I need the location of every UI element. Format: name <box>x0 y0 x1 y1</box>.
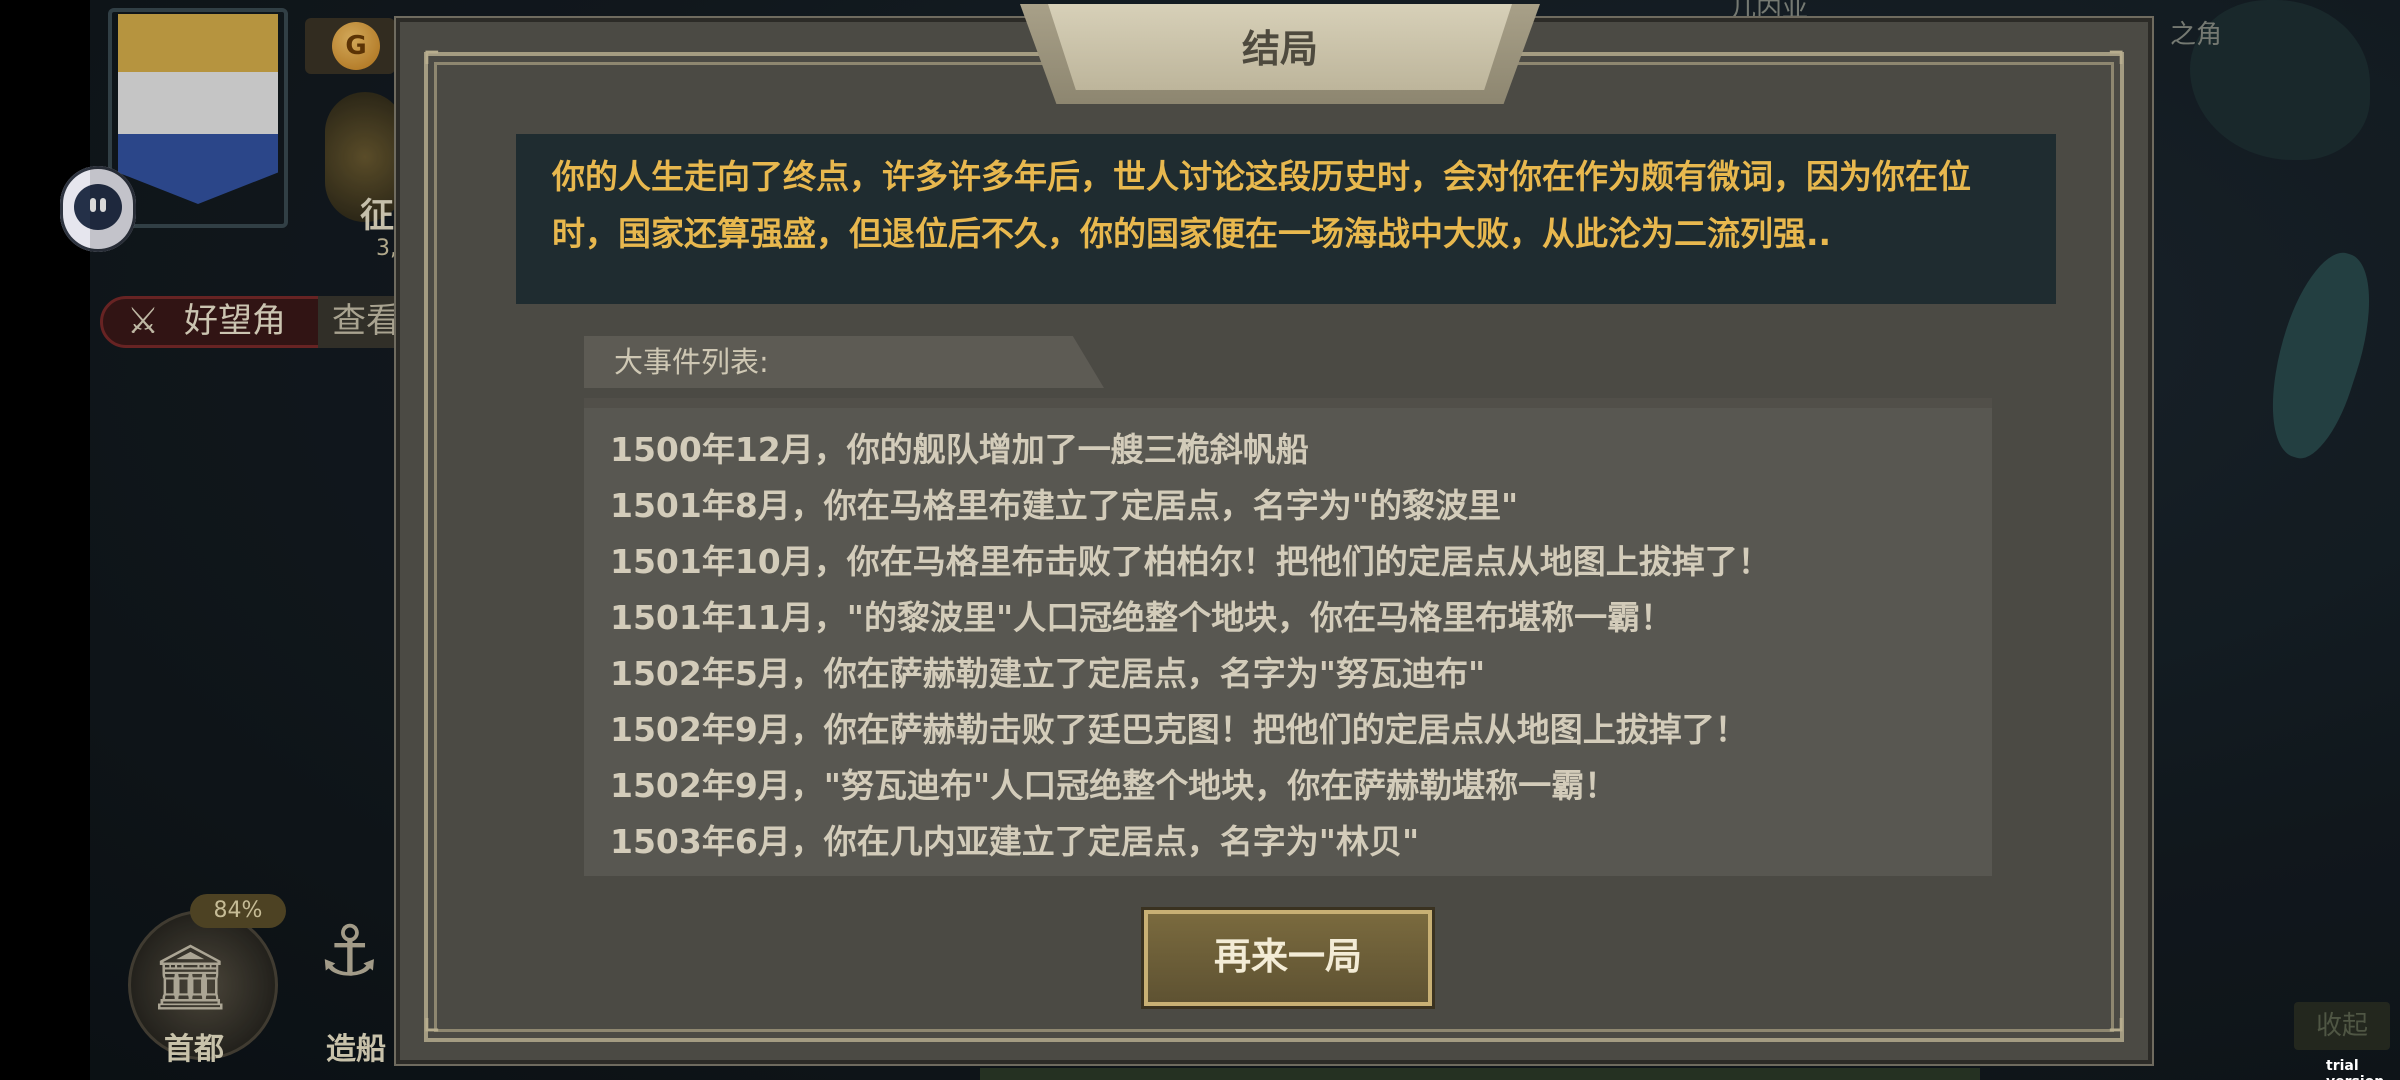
list-item: 1500年12月，你的舰队增加了一艘三桅斜帆船 <box>610 430 1309 469</box>
list-item: 1501年11月，"的黎波里"人口冠绝整个地块，你在马格里布堪称一霸！ <box>610 598 1674 637</box>
events-list-panel[interactable]: 1500年12月，你的舰队增加了一艘三桅斜帆船 1501年8月，你在马格里布建立… <box>584 398 1992 876</box>
list-item: 1502年9月，"努瓦迪布"人口冠绝整个地块，你在萨赫勒堪称一霸！ <box>610 766 1618 805</box>
ending-dialog: ⌜ ⌜ ⌜ ⌜ 结局 你的人生走向了终点，许多许多年后，世人讨论这段历史时，会对… <box>396 4 2152 1064</box>
list-item: 1503年6月，你在几内亚建立了定居点，名字为"林贝" <box>610 822 1420 861</box>
events-list: 1500年12月，你的舰队增加了一艘三桅斜帆船 1501年8月，你在马格里布建立… <box>584 408 1992 876</box>
corner-ornament-icon: ⌜ <box>422 45 441 91</box>
list-item: 1502年9月，你在萨赫勒击败了廷巴克图！把他们的定居点从地图上拔掉了！ <box>610 710 1748 749</box>
corner-ornament-icon: ⌜ <box>422 991 441 1037</box>
events-heading: 大事件列表: <box>614 345 769 379</box>
list-item: 1501年10月，你在马格里布击败了柏柏尔！把他们的定居点从地图上拔掉了！ <box>610 542 1771 581</box>
dialog-title: 结局 <box>1241 27 1318 71</box>
corner-ornament-icon: ⌜ <box>2107 991 2126 1037</box>
corner-ornament-icon: ⌜ <box>2107 45 2126 91</box>
epilogue-box: 你的人生走向了终点，许多许多年后，世人讨论这段历史时，会对你在作为颇有微词，因为… <box>516 134 2056 304</box>
epilogue-text: 你的人生走向了终点，许多许多年后，世人讨论这段历史时，会对你在作为颇有微词，因为… <box>552 157 1971 253</box>
trial-version-label: trial version <box>2326 1058 2384 1080</box>
left-letterbox <box>0 0 90 1080</box>
list-item: 1502年5月，你在萨赫勒建立了定居点，名字为"努瓦迪布" <box>610 654 1486 693</box>
list-item: 1501年8月，你在马格里布建立了定居点，名字为"的黎波里" <box>610 486 1519 525</box>
replay-button[interactable]: 再来一局 <box>1144 910 1432 1006</box>
